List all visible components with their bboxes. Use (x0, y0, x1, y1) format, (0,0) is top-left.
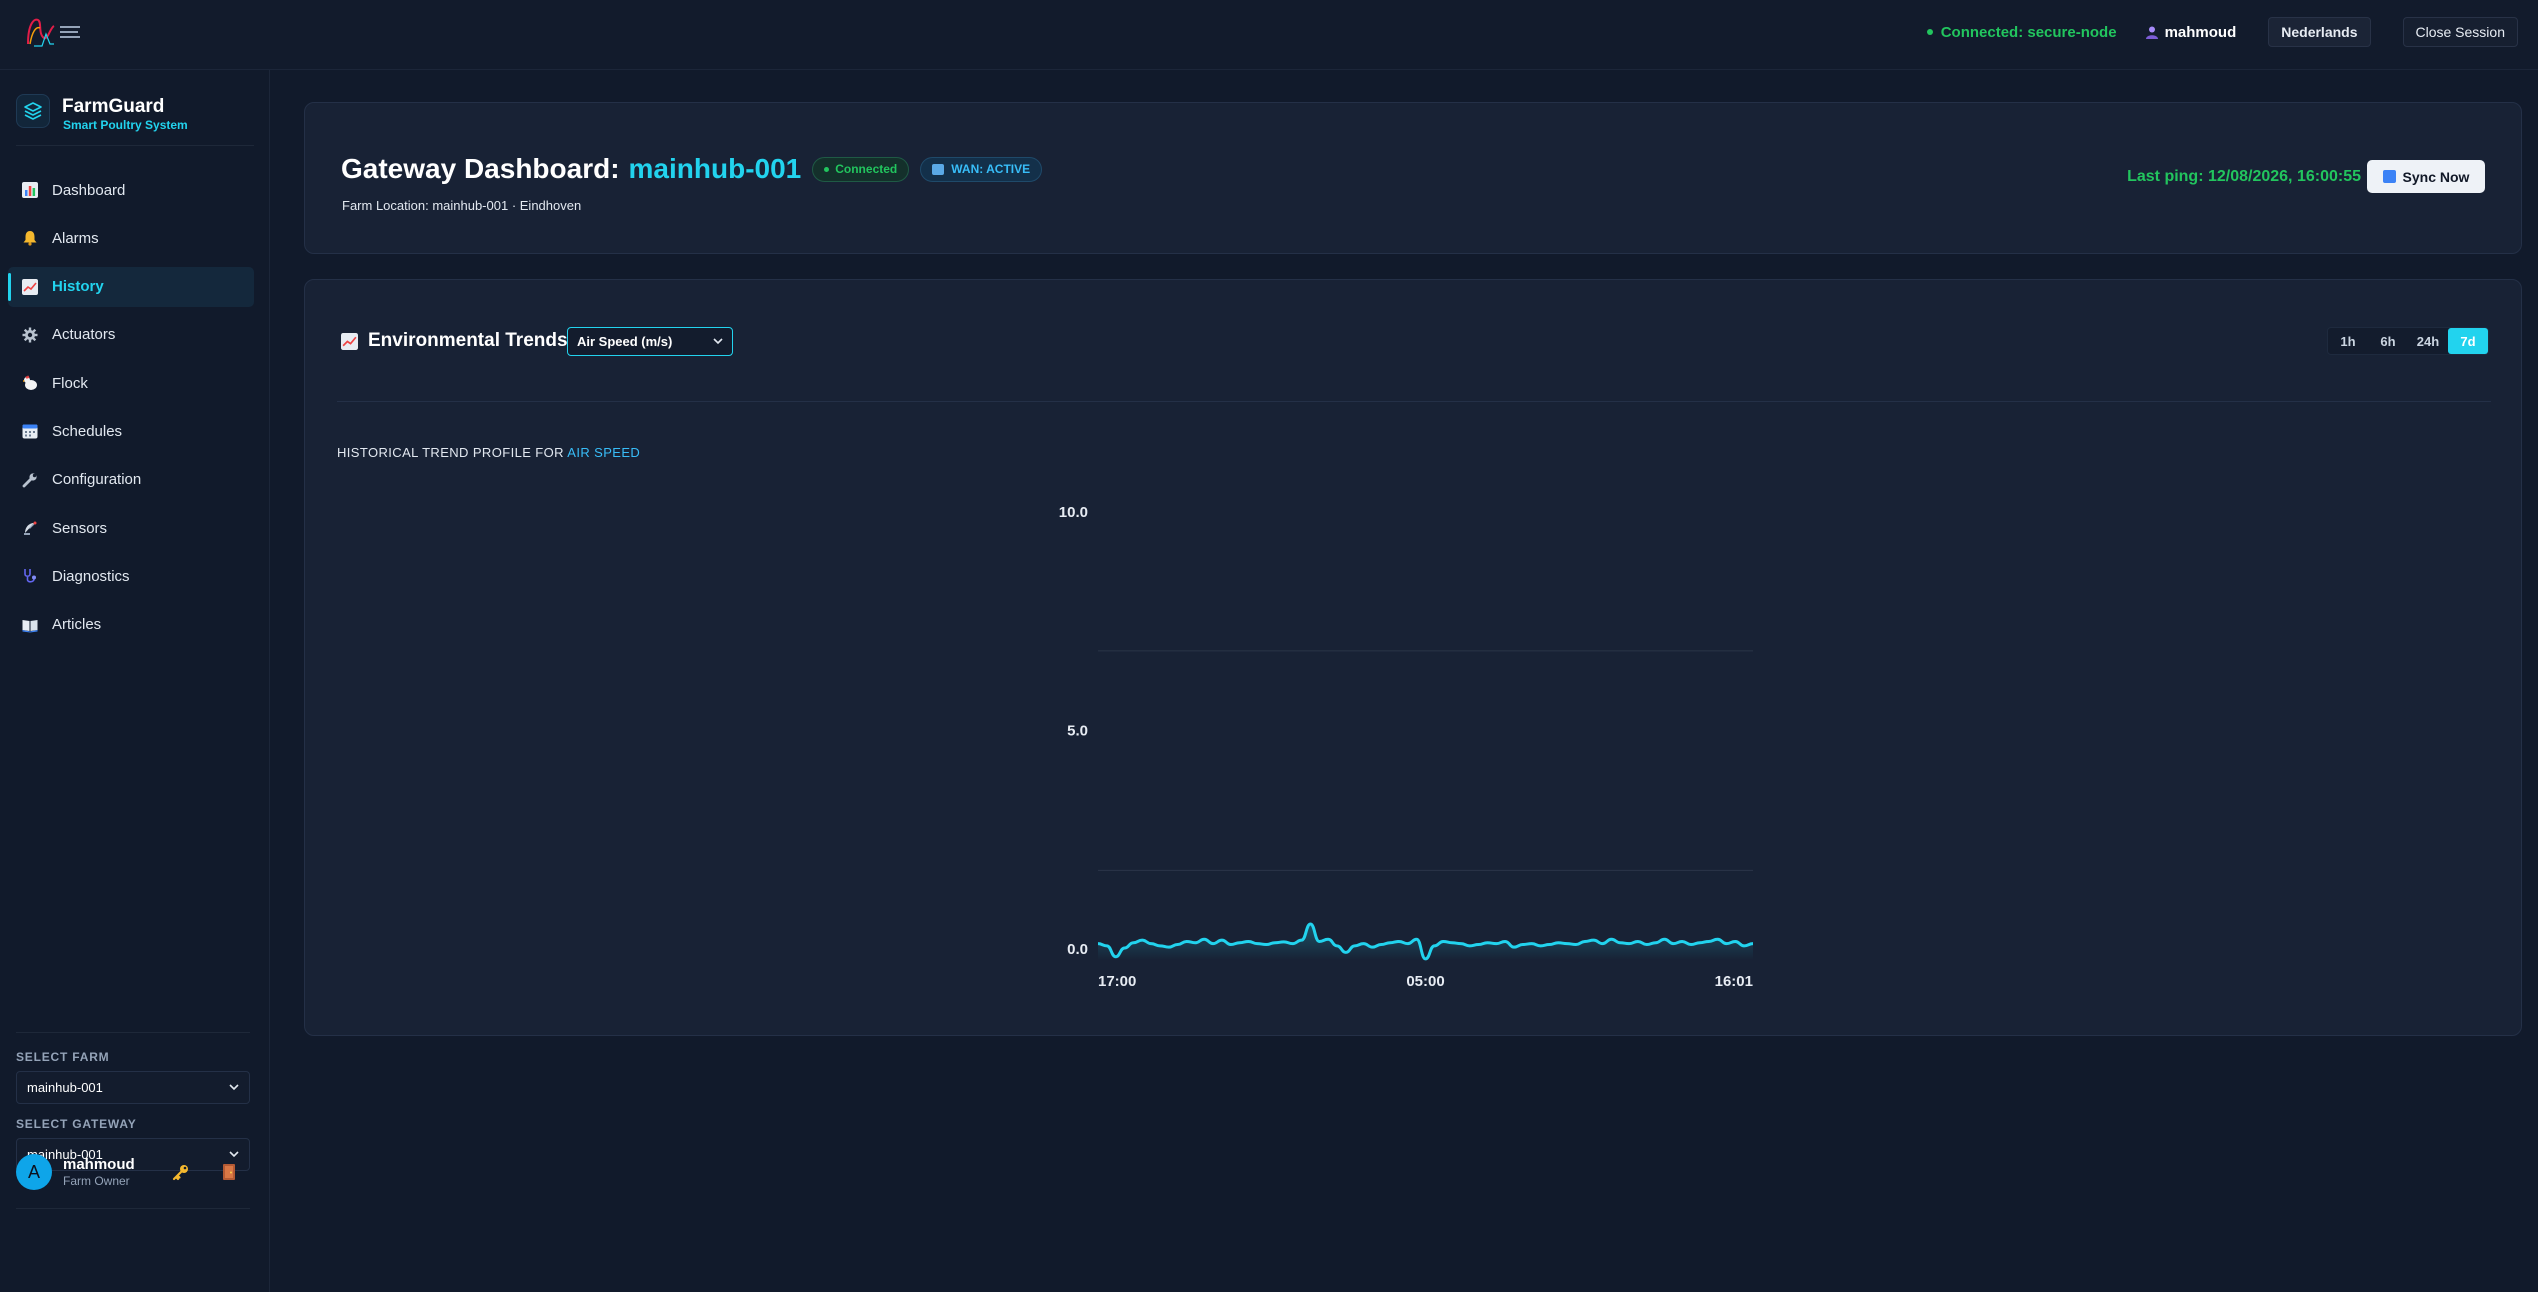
bell-icon (20, 229, 40, 247)
logout-door-icon[interactable] (218, 1161, 240, 1183)
sync-now-button[interactable]: Sync Now (2367, 160, 2485, 193)
close-session-button[interactable]: Close Session (2402, 17, 2518, 47)
select-farm-dropdown[interactable]: mainhub-001 (16, 1071, 250, 1104)
profile-name: mahmoud (63, 1156, 135, 1173)
satellite-icon (20, 519, 40, 537)
sidebar-item-actuators[interactable]: Actuators (8, 315, 254, 355)
bar-chart-icon (20, 181, 40, 199)
sidebar-item-configuration[interactable]: Configuration (8, 460, 254, 500)
status-badge: Connected (812, 156, 910, 182)
air-speed-chart: 10.0 5.0 0.0 17:00 05:00 16:01 (1059, 504, 1754, 990)
y-tick-label: 5.0 (1067, 723, 1088, 740)
user-profile: A mahmoud Farm Owner (16, 1152, 250, 1192)
connection-status: Connected: secure-node (1926, 24, 2117, 41)
x-tick-label: 05:00 (1406, 973, 1444, 990)
environmental-trends-card: Environmental Trends Air Speed (m/s) 1h … (304, 279, 2522, 1036)
chevron-down-icon (229, 1084, 239, 1091)
sidebar-item-sensors[interactable]: Sensors (8, 508, 254, 548)
y-tick-label: 0.0 (1067, 941, 1088, 958)
current-user: mahmoud (2145, 24, 2236, 41)
profile-role: Farm Owner (63, 1174, 130, 1188)
last-ping: Last ping: 12/08/2026, 16:00:55 (2127, 168, 2361, 185)
sidebar-item-flock[interactable]: Flock (8, 363, 254, 403)
brand[interactable]: FarmGuard Smart Poultry System (16, 92, 254, 146)
status-dot-icon (824, 166, 830, 172)
sidebar-item-schedules[interactable]: Schedules (8, 411, 254, 451)
avatar[interactable]: A (16, 1154, 52, 1190)
sidebar-item-diagnostics[interactable]: Diagnostics (8, 556, 254, 596)
sync-icon (2382, 170, 2396, 183)
sidebar-item-articles[interactable]: Articles (8, 605, 254, 645)
brand-name: FarmGuard (62, 96, 165, 117)
brand-tagline: Smart Poultry System (63, 118, 188, 132)
sidebar-nav: Dashboard Alarms History Actuators Flock (8, 170, 254, 653)
select-farm: SELECT FARM mainhub-001 (16, 1050, 250, 1104)
key-icon[interactable] (170, 1161, 192, 1183)
gateway-header-card: Gateway Dashboard: mainhub-001 Connected… (304, 102, 2522, 254)
sidebar-item-dashboard[interactable]: Dashboard (8, 170, 254, 210)
sidebar: FarmGuard Smart Poultry System Dashboard… (0, 70, 270, 1292)
book-icon (20, 616, 40, 634)
status-dot-icon (1926, 29, 1933, 35)
top-bar: Connected: secure-node mahmoud Nederland… (0, 0, 2538, 70)
y-tick-label: 10.0 (1059, 504, 1088, 521)
sidebar-item-history[interactable]: History (8, 266, 254, 307)
gear-icon (20, 326, 40, 344)
select-gateway-label: SELECT GATEWAY (16, 1117, 137, 1131)
page-title: Gateway Dashboard: mainhub-001 Connected… (341, 153, 1043, 185)
user-icon (2145, 26, 2158, 39)
x-tick-label: 16:01 (1715, 973, 1753, 990)
language-button[interactable]: Nederlands (2268, 17, 2371, 47)
select-farm-label: SELECT FARM (16, 1050, 110, 1064)
calendar-icon (20, 422, 40, 440)
wan-badge: WAN: ACTIVE (920, 156, 1043, 182)
chicken-icon (20, 374, 40, 392)
stethoscope-icon (20, 567, 40, 585)
chart-up-icon (20, 278, 40, 296)
gateway-id: mainhub-001 (628, 153, 802, 184)
x-tick-label: 17:00 (1098, 973, 1136, 990)
farm-location: Farm Location: mainhub-001 · Eindhoven (342, 198, 582, 213)
chart-up-icon (932, 163, 945, 175)
layers-icon (16, 94, 50, 128)
sidebar-divider (16, 1032, 250, 1033)
wrench-icon (20, 471, 40, 489)
sidebar-item-alarms[interactable]: Alarms (8, 218, 254, 258)
sidebar-divider (16, 1208, 250, 1209)
farmguard-logo[interactable] (24, 14, 86, 50)
